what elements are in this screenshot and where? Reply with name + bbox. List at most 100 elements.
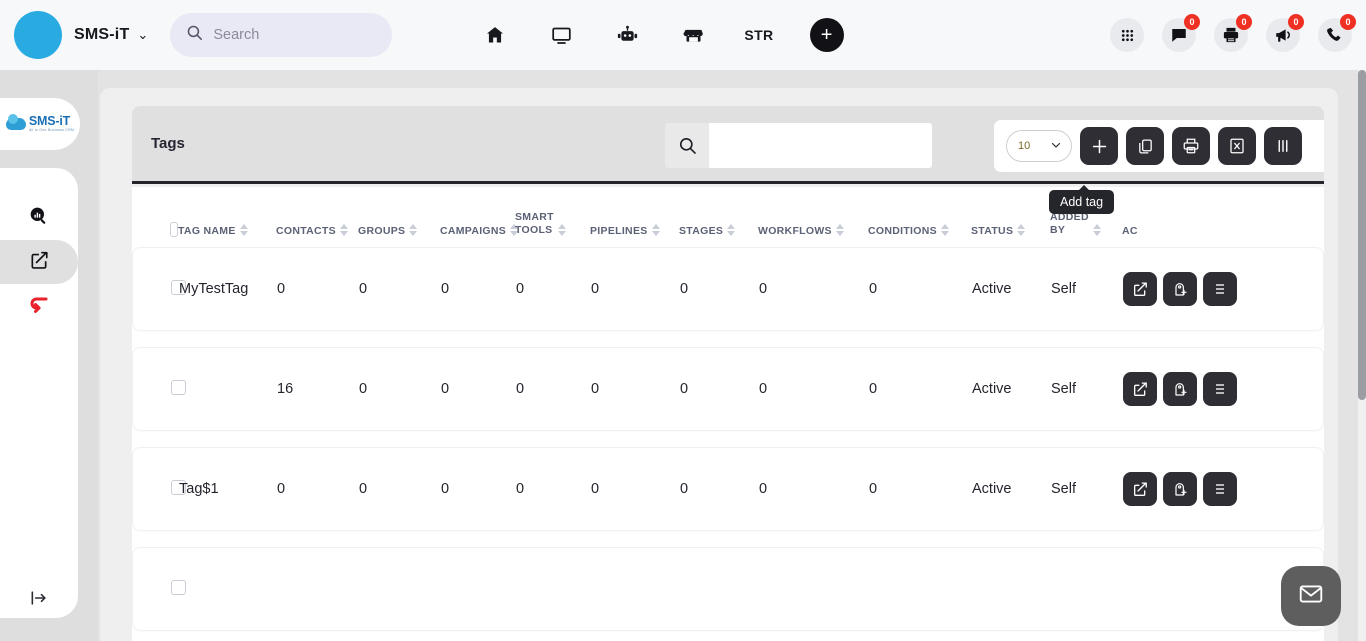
column-header-pipelines[interactable]: PIPELINES [590,224,679,237]
row-checkbox[interactable] [171,379,186,395]
sort-icon[interactable] [940,224,949,237]
add-tag-button[interactable] [1080,127,1118,165]
add-tag-row-button[interactable] [1163,472,1197,506]
chat-wrap: 0 [1162,14,1200,52]
home-icon[interactable] [480,20,510,50]
cell-smart-tools: 0 [516,481,525,497]
tags-page-card: Tags 10 TAG NAME CONTACTS GROUPS CAMPAIG… [100,88,1338,641]
chevron-down-icon[interactable]: ⌄ [137,27,148,43]
column-header-conditions[interactable]: CONDITIONS [868,224,971,237]
cell-contacts: 16 [277,381,294,397]
sort-icon[interactable] [239,224,248,237]
search-icon [665,123,709,168]
column-header-added-by[interactable]: ADDED BY [1050,211,1122,237]
more-row-button[interactable] [1203,372,1237,406]
brand-area[interactable]: SMS-iT ⌄ [0,11,148,59]
apps-grid-icon[interactable] [1110,18,1144,52]
add-tag-row-button[interactable] [1163,272,1197,306]
phone-wrap: 0 [1318,14,1356,52]
more-row-button[interactable] [1203,272,1237,306]
page-size-select[interactable]: 10 [1006,130,1072,162]
envelope-icon [1298,581,1324,612]
sidebar-item-tags[interactable] [0,240,78,284]
table-row[interactable] [132,547,1324,631]
columns-button[interactable] [1264,127,1302,165]
row-checkbox-cell [133,479,186,499]
tags-table: TAG NAME CONTACTS GROUPS CAMPAIGNS SMART… [132,187,1324,641]
column-header-status[interactable]: STATUS [971,224,1050,237]
sort-icon[interactable] [1092,224,1101,237]
row-checkbox-cell [133,579,186,599]
row-checkbox[interactable] [171,579,186,595]
table-header-row: TAG NAME CONTACTS GROUPS CAMPAIGNS SMART… [132,187,1324,247]
row-checkbox-cell [133,279,186,299]
sidebar-expand-button[interactable] [0,578,78,618]
sort-icon[interactable] [1017,224,1026,237]
search-icon [186,24,203,46]
table-row[interactable]: 16 0 0 0 0 0 0 0 Active Self [132,347,1324,431]
monitor-icon[interactable] [546,20,576,50]
cell-added-by: Self [1051,281,1076,297]
sort-icon[interactable] [409,224,418,237]
cell-workflows: 0 [759,381,768,397]
table-search-input[interactable] [709,123,932,168]
column-header-stages[interactable]: STAGES [679,224,758,237]
more-row-button[interactable] [1203,472,1237,506]
sort-icon[interactable] [835,224,844,237]
cell-groups: 0 [359,281,368,297]
cell-campaigns: 0 [441,481,450,497]
row-checkbox-cell [133,379,186,399]
select-all-checkbox[interactable] [170,222,178,237]
edit-square-icon [29,250,49,275]
cell-pipelines: 0 [591,381,600,397]
add-tag-row-button[interactable] [1163,372,1197,406]
sort-icon[interactable] [727,224,736,237]
mail-fab-button[interactable] [1281,566,1341,626]
cell-conditions: 0 [869,481,878,497]
column-header-tag-name[interactable]: TAG NAME [178,224,276,237]
column-header-contacts[interactable]: CONTACTS [276,224,358,237]
cell-status: Active [972,381,1012,397]
cell-status: Active [972,481,1012,497]
column-header-campaigns[interactable]: CAMPAIGNS [440,224,519,237]
printer-wrap: 0 [1214,14,1252,52]
cell-added-by: Self [1051,481,1076,497]
excel-export-button[interactable] [1218,127,1256,165]
edit-row-button[interactable] [1123,472,1157,506]
phone-badge: 0 [1340,14,1356,30]
column-label: GROUPS [358,225,406,237]
sort-icon[interactable] [339,224,348,237]
table-row[interactable]: MyTestTag 0 0 0 0 0 0 0 0 Active Self [132,247,1324,331]
brand-name: SMS-iT [74,26,130,43]
robot-icon[interactable] [612,20,642,50]
cell-smart-tools: 0 [516,281,525,297]
avatar[interactable] [14,11,62,59]
cell-pipelines: 0 [591,281,600,297]
sidebar-item-analytics[interactable] [0,196,78,240]
column-label: CONDITIONS [868,225,937,237]
sort-icon[interactable] [651,224,660,237]
table-search[interactable] [665,123,932,168]
cell-added-by: Self [1051,381,1076,397]
page-scrollbar-thumb[interactable] [1358,70,1366,400]
global-search[interactable] [170,13,393,57]
sidebar-item-return[interactable] [0,284,78,328]
search-input[interactable] [213,27,377,43]
sidebar-logo[interactable]: SMS-iT All In One Business CRM [0,98,80,150]
cell-smart-tools: 0 [516,381,525,397]
table-row[interactable]: Tag$1 0 0 0 0 0 0 0 0 Active Self [132,447,1324,531]
print-button[interactable] [1172,127,1210,165]
column-label: ADDED BY [1050,211,1089,237]
edit-row-button[interactable] [1123,272,1157,306]
column-label: PIPELINES [590,225,648,237]
add-tag-tooltip: Add tag [1049,185,1115,214]
store-icon[interactable] [678,20,708,50]
copy-button[interactable] [1126,127,1164,165]
column-header-workflows[interactable]: WORKFLOWS [758,224,868,237]
column-header-groups[interactable]: GROUPS [358,224,440,237]
sort-icon[interactable] [557,224,566,237]
quick-add-button[interactable]: + [809,18,844,52]
edit-row-button[interactable] [1123,372,1157,406]
str-label[interactable]: STR [744,27,773,43]
column-header-smart-tools[interactable]: SMART TOOLS [515,211,590,237]
